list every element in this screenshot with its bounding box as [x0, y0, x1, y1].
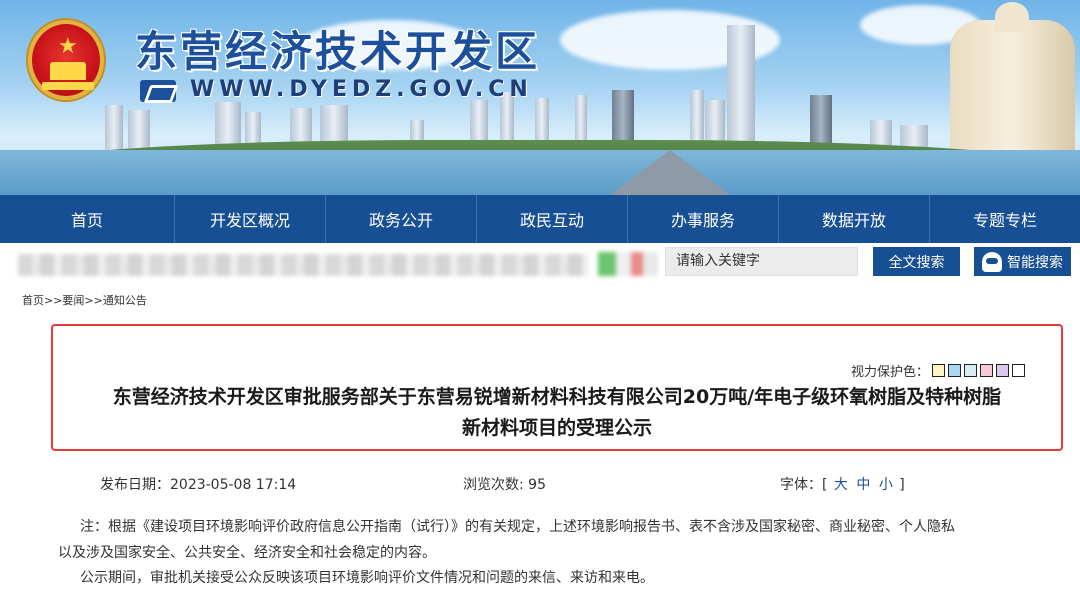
- star-icon: ★: [58, 34, 78, 59]
- tower-building: [727, 25, 755, 150]
- article-title-line1: 东营经济技术开发区审批服务部关于东营易锐增新材料科技有限公司20万吨/年电子级环…: [112, 386, 1002, 408]
- font-large-button[interactable]: 大: [834, 477, 848, 493]
- publish-date: 发布日期：2023-05-08 17:14: [100, 477, 297, 493]
- robot-icon: [982, 251, 1002, 272]
- national-emblem-icon: ★: [28, 20, 104, 100]
- full-text-search-button[interactable]: 全文搜索: [873, 247, 960, 276]
- font-size-control: 字体：[ 大 中 小 ]: [780, 474, 905, 494]
- vision-protection-colors: 视力保护色：: [851, 361, 1026, 380]
- nav-item-government-affairs[interactable]: 政务公开: [326, 195, 477, 243]
- color-swatch-blue[interactable]: [948, 364, 962, 377]
- font-label: 字体：[: [780, 477, 828, 493]
- paragraph-note-line2: 以及涉及国家安全、公共安全、经济安全和社会稳定的内容。: [58, 545, 436, 561]
- smart-search-label: 智能搜索: [1007, 254, 1063, 271]
- url-logo-icon: [140, 80, 176, 102]
- font-medium-button[interactable]: 中: [856, 477, 870, 493]
- emblem-base: [42, 82, 94, 90]
- smart-search-button[interactable]: 智能搜索: [974, 247, 1071, 276]
- hotel-building: [950, 2, 1075, 155]
- view-count: 浏览次数: 95: [463, 477, 546, 493]
- color-swatch-purple[interactable]: [996, 364, 1010, 377]
- nav-item-overview[interactable]: 开发区概况: [175, 195, 326, 243]
- color-swatch-yellow[interactable]: [932, 364, 946, 377]
- nav-item-interaction[interactable]: 政民互动: [477, 195, 628, 243]
- font-small-button[interactable]: 小: [879, 477, 893, 493]
- article-title-line2: 新材料项目的受理公示: [461, 417, 652, 439]
- nav-item-home[interactable]: 首页: [0, 195, 175, 243]
- color-swatch-cyan[interactable]: [964, 364, 978, 377]
- building: [105, 105, 123, 150]
- blurred-icons: [598, 252, 658, 276]
- search-input[interactable]: 请输入关键字: [665, 247, 858, 276]
- water-decoration: [0, 150, 1080, 195]
- blurred-text: [18, 254, 588, 276]
- color-swatch-white[interactable]: [1012, 364, 1026, 377]
- site-url: WWW.DYEDZ.GOV.CN: [190, 77, 533, 102]
- vision-label: 视力保护色：: [851, 365, 930, 380]
- color-swatch-pink[interactable]: [980, 364, 994, 377]
- font-end: ]: [899, 477, 905, 493]
- site-banner: ★ 东营经济技术开发区 WWW.DYEDZ.GOV.CN: [0, 0, 1080, 195]
- site-title: 东营经济技术开发区: [135, 27, 541, 76]
- nav-item-topics[interactable]: 专题专栏: [930, 195, 1080, 243]
- gate-icon: [50, 62, 86, 80]
- nav-item-services[interactable]: 办事服务: [628, 195, 779, 243]
- breadcrumb[interactable]: 首页>>要闻>>通知公告: [22, 292, 147, 308]
- paragraph-note-line1: 注：根据《建设项目环境影响评价政府信息公开指南（试行）》的有关规定，上述环境影响…: [80, 519, 955, 535]
- paragraph-notice: 公示期间，审批机关接受公众反映该项目环境影响评价文件情况和问题的来信、来访和来电…: [80, 570, 654, 586]
- road-decoration: [610, 150, 730, 195]
- main-nav: 首页 开发区概况 政务公开 政民互动 办事服务 数据开放 专题专栏: [0, 195, 1080, 243]
- nav-item-data[interactable]: 数据开放: [779, 195, 930, 243]
- building: [128, 110, 150, 150]
- article-title: 东营经济技术开发区审批服务部关于东营易锐增新材料科技有限公司20万吨/年电子级环…: [54, 382, 1060, 444]
